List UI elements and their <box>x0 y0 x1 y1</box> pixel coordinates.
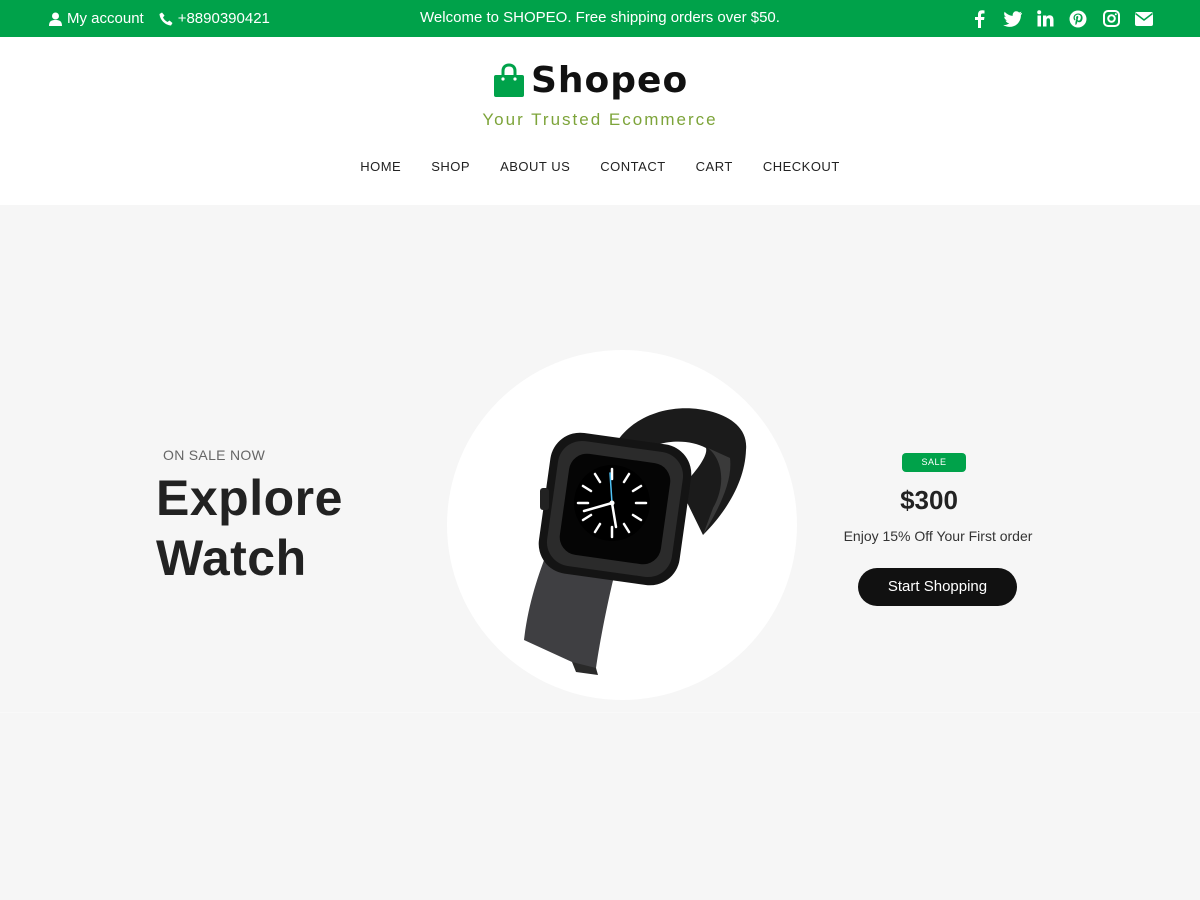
logo-text: Shopeo <box>531 60 689 101</box>
linkedin-icon[interactable] <box>1035 9 1055 29</box>
nav-about-us[interactable]: ABOUT US <box>500 159 570 174</box>
nav-shop[interactable]: SHOP <box>431 159 470 174</box>
phone-number: +8890390421 <box>177 10 270 27</box>
pinterest-icon[interactable] <box>1068 9 1088 29</box>
top-bar: My account +8890390421 Welcome to SHOPEO… <box>0 0 1200 37</box>
site-header: Shopeo Your Trusted Ecommerce HOME SHOP … <box>0 37 1200 205</box>
smartwatch-image <box>524 408 747 675</box>
main-nav: HOME SHOP ABOUT US CONTACT CART CHECKOUT <box>0 159 1200 174</box>
phone-icon <box>159 12 173 25</box>
my-account-link[interactable]: My account <box>49 10 144 27</box>
hero-headline-line1: Explore <box>156 470 343 526</box>
product-price: $300 <box>900 485 958 515</box>
section-divider <box>0 712 1200 713</box>
shopping-bag-icon <box>494 63 524 97</box>
site-tagline: Your Trusted Ecommerce <box>482 110 718 129</box>
facebook-icon[interactable] <box>969 9 989 29</box>
welcome-text: Welcome to SHOPEO. Free shipping orders … <box>420 9 780 26</box>
instagram-icon[interactable] <box>1101 9 1121 29</box>
site-logo[interactable]: Shopeo <box>493 61 688 101</box>
nav-checkout[interactable]: CHECKOUT <box>763 159 840 174</box>
hero-headline-line2: Watch <box>156 530 307 586</box>
hero-headline: Explore Watch <box>156 468 343 588</box>
phone-link[interactable]: +8890390421 <box>159 10 270 27</box>
user-icon <box>49 12 62 26</box>
hero-section: ON SALE NOW Explore Watch SALE $300 Enjo… <box>0 205 1200 712</box>
social-links <box>956 0 1154 37</box>
sale-badge: SALE <box>902 453 966 472</box>
hero-kicker: ON SALE NOW <box>163 447 266 463</box>
nav-contact[interactable]: CONTACT <box>600 159 665 174</box>
envelope-icon[interactable] <box>1134 9 1154 29</box>
nav-cart[interactable]: CART <box>696 159 733 174</box>
offer-text: Enjoy 15% Off Your First order <box>843 528 1033 544</box>
my-account-label: My account <box>67 10 144 27</box>
twitter-icon[interactable] <box>1002 9 1022 29</box>
start-shopping-button[interactable]: Start Shopping <box>858 568 1017 606</box>
top-bar-left: My account +8890390421 <box>49 0 285 37</box>
nav-home[interactable]: HOME <box>360 159 401 174</box>
